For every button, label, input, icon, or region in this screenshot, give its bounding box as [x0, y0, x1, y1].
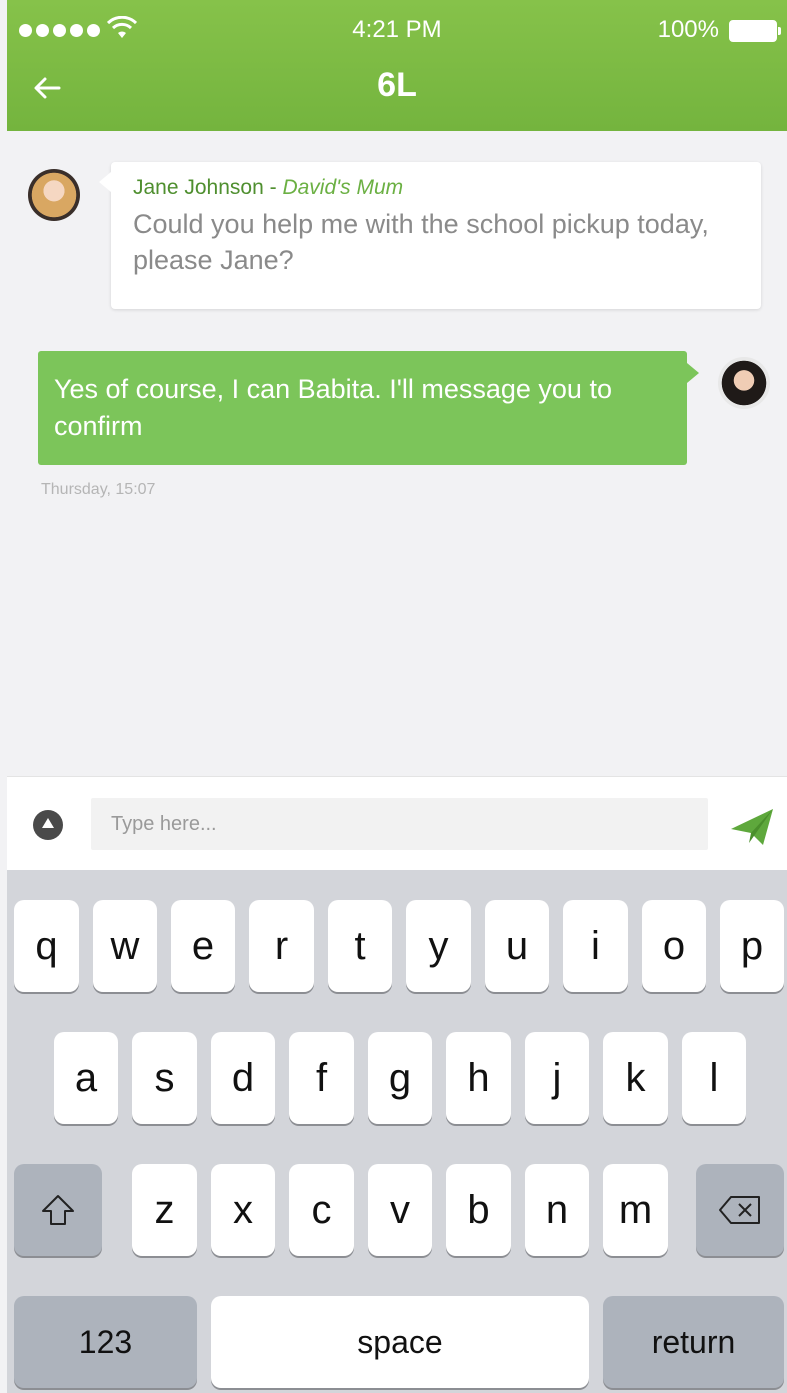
- key-c[interactable]: c: [289, 1164, 354, 1256]
- key-k[interactable]: k: [603, 1032, 668, 1124]
- status-bar: 4:21 PM 100%: [7, 0, 787, 60]
- key-w[interactable]: w: [93, 900, 157, 992]
- key-m[interactable]: m: [603, 1164, 668, 1256]
- battery-icon: [729, 20, 781, 42]
- message-text: Could you help me with the school pickup…: [133, 209, 709, 275]
- key-b[interactable]: b: [446, 1164, 511, 1256]
- key-a[interactable]: a: [54, 1032, 118, 1124]
- key-z[interactable]: z: [132, 1164, 197, 1256]
- key-x[interactable]: x: [211, 1164, 275, 1256]
- key-i[interactable]: i: [563, 900, 628, 992]
- sender-relation: David's Mum: [282, 176, 404, 199]
- message-composer: [7, 776, 787, 870]
- app-header: 4:21 PM 100% 6L: [7, 0, 787, 131]
- message-input[interactable]: [91, 798, 708, 850]
- page-title: 6L: [377, 66, 417, 104]
- delete-key[interactable]: [696, 1164, 784, 1256]
- message-sender: Jane Johnson - David's Mum: [133, 176, 739, 200]
- key-f[interactable]: f: [289, 1032, 354, 1124]
- send-icon[interactable]: [729, 807, 775, 847]
- key-y[interactable]: y: [406, 900, 471, 992]
- shift-key[interactable]: [14, 1164, 102, 1256]
- avatar[interactable]: [718, 357, 770, 409]
- key-r[interactable]: r: [249, 900, 314, 992]
- return-key[interactable]: return: [603, 1296, 784, 1388]
- sender-name: Jane Johnson: [133, 176, 264, 199]
- key-l[interactable]: l: [682, 1032, 746, 1124]
- key-d[interactable]: d: [211, 1032, 275, 1124]
- chat-thread: Jane Johnson - David's Mum Could you hel…: [7, 131, 787, 776]
- key-n[interactable]: n: [525, 1164, 589, 1256]
- message-timestamp: Thursday, 15:07: [41, 481, 156, 498]
- key-g[interactable]: g: [368, 1032, 432, 1124]
- key-q[interactable]: q: [14, 900, 79, 992]
- key-t[interactable]: t: [328, 900, 392, 992]
- shift-icon: [42, 1195, 74, 1225]
- sender-separator: -: [263, 176, 283, 199]
- key-o[interactable]: o: [642, 900, 706, 992]
- avatar[interactable]: [28, 169, 80, 221]
- message-text: Yes of course, I can Babita. I'll messag…: [54, 374, 612, 441]
- key-e[interactable]: e: [171, 900, 235, 992]
- on-screen-keyboard: q w e r t y u i o p a s d f g h j k l z …: [7, 870, 787, 1393]
- battery-percentage: 100%: [657, 16, 719, 43]
- incoming-message: Jane Johnson - David's Mum Could you hel…: [99, 162, 761, 309]
- numbers-key[interactable]: 123: [14, 1296, 197, 1388]
- key-v[interactable]: v: [368, 1164, 432, 1256]
- expand-up-icon[interactable]: [33, 810, 63, 840]
- space-key[interactable]: space: [211, 1296, 589, 1388]
- key-p[interactable]: p: [720, 900, 784, 992]
- key-j[interactable]: j: [525, 1032, 589, 1124]
- key-s[interactable]: s: [132, 1032, 197, 1124]
- key-h[interactable]: h: [446, 1032, 511, 1124]
- backspace-icon: [719, 1196, 760, 1224]
- outgoing-message: Yes of course, I can Babita. I'll messag…: [38, 351, 699, 465]
- key-u[interactable]: u: [485, 900, 549, 992]
